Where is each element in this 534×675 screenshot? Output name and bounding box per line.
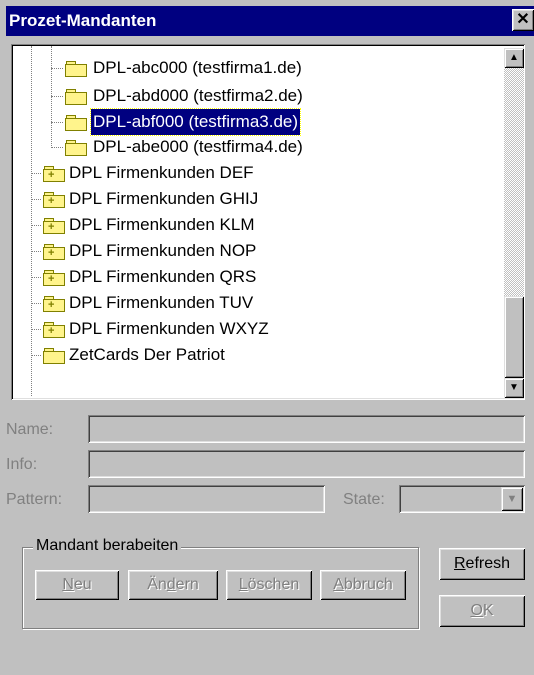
folder-closed-icon: + — [43, 296, 65, 312]
state-dropdown[interactable]: ▼ — [399, 485, 525, 513]
mandant-tree[interactable]: DPL-abc000 (testfirma1.de) DPL-abd000 (t… — [11, 44, 525, 400]
name-label: Name: — [6, 421, 54, 438]
close-button[interactable]: ✕ — [512, 9, 534, 31]
folder-icon — [65, 89, 87, 105]
tree-item-label: DPL-abf000 (testfirma3.de) — [89, 108, 302, 136]
pattern-label: Pattern: — [6, 491, 63, 508]
tree-group-label: DPL Firmenkunden DEF — [69, 163, 254, 182]
cancel-button[interactable]: Abbruch — [320, 570, 406, 600]
tree-group-label: DPL Firmenkunden WXYZ — [69, 319, 269, 338]
folder-closed-icon: + — [43, 270, 65, 286]
arrow-down-icon: ▼ — [509, 382, 519, 393]
change-label-pre: Än — [147, 576, 167, 593]
tree-line — [31, 199, 41, 200]
arrow-up-icon: ▲ — [509, 52, 519, 63]
ok-button[interactable]: OK — [439, 595, 525, 627]
tree-line — [31, 329, 41, 330]
scroll-down-button[interactable]: ▼ — [504, 378, 524, 398]
tree-item-label: DPL-abe000 (testfirma4.de) — [93, 137, 303, 156]
tree-group-label: DPL Firmenkunden NOP — [69, 241, 257, 260]
refresh-label: efresh — [465, 555, 511, 572]
tree-line — [51, 96, 63, 97]
scroll-thumb[interactable] — [504, 296, 524, 378]
chevron-down-icon: ▼ — [506, 493, 518, 505]
change-mnemonic: d — [166, 576, 176, 593]
delete-label: öschen — [247, 576, 300, 593]
change-label: ern — [175, 576, 199, 593]
info-label: Info: — [6, 456, 38, 473]
tree-line — [51, 147, 63, 148]
refresh-mnemonic: R — [453, 555, 466, 572]
tree-line — [31, 251, 41, 252]
tree-line — [31, 277, 41, 278]
cancel-label: bbruch — [343, 576, 393, 593]
folder-icon — [65, 61, 87, 77]
tree-group-label: DPL Firmenkunden GHIJ — [69, 189, 259, 208]
folder-icon — [43, 348, 65, 364]
folder-closed-icon: + — [43, 322, 65, 338]
scroll-up-button[interactable]: ▲ — [504, 48, 524, 68]
folder-closed-icon: + — [43, 218, 65, 234]
tree-line — [31, 303, 41, 304]
tree-item-label: DPL-abd000 (testfirma2.de) — [93, 86, 303, 105]
tree-line — [31, 173, 41, 174]
delete-button[interactable]: Löschen — [226, 570, 312, 600]
folder-closed-icon: + — [43, 244, 65, 260]
change-button[interactable]: Ändern — [128, 570, 218, 600]
new-mnemonic: N — [62, 576, 74, 593]
tree-line — [51, 68, 63, 69]
tree-line — [31, 355, 41, 356]
delete-mnemonic: L — [238, 576, 248, 593]
cancel-mnemonic: A — [333, 576, 344, 593]
tree-line — [31, 46, 32, 396]
title-bar: Prozet-Mandanten ✕ — [6, 6, 534, 36]
tree-group-label: ZetCards Der Patriot — [69, 345, 225, 364]
tree-group-label: DPL Firmenkunden TUV — [69, 293, 254, 312]
new-label: eu — [73, 576, 92, 593]
ok-label: K — [482, 602, 494, 619]
tree-group-label: DPL Firmenkunden QRS — [69, 267, 257, 286]
tree-line — [31, 225, 41, 226]
name-field[interactable] — [88, 415, 525, 443]
tree-scrollbar[interactable]: ▲ ▼ — [504, 48, 524, 398]
tree-item-label: DPL-abc000 (testfirma1.de) — [93, 58, 302, 77]
state-label: State: — [343, 491, 385, 508]
window-title: Prozet-Mandanten — [9, 11, 157, 30]
dialog-window: Prozet-Mandanten ✕ DPL-abc000 (testfirma… — [0, 0, 534, 675]
group-title: Mandant berabeiten — [33, 537, 182, 555]
new-button[interactable]: Neu — [35, 570, 119, 600]
tree-group-label: DPL Firmenkunden KLM — [69, 215, 255, 234]
dropdown-button[interactable]: ▼ — [501, 487, 523, 511]
folder-closed-icon: + — [43, 166, 65, 182]
folder-icon — [65, 140, 87, 156]
folder-closed-icon: + — [43, 192, 65, 208]
close-icon: ✕ — [516, 11, 530, 28]
pattern-field[interactable] — [88, 485, 325, 513]
ok-mnemonic: O — [470, 602, 483, 619]
tree-line — [51, 122, 63, 123]
info-field[interactable] — [88, 450, 525, 478]
folder-icon — [65, 115, 87, 131]
refresh-button[interactable]: Refresh — [439, 548, 525, 580]
